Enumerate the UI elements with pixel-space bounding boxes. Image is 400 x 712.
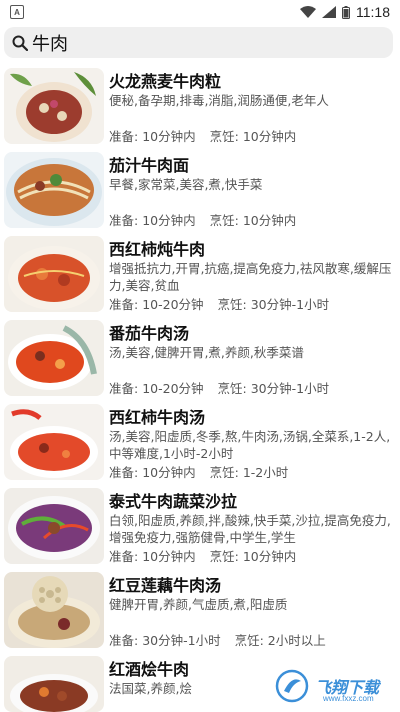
recipe-times: 准备: 10-20分钟 烹饪: 30分钟-1小时 (109, 294, 329, 313)
cook-time: 10分钟内 (242, 213, 297, 228)
recipe-title: 泰式牛肉蔬菜沙拉 (109, 492, 238, 511)
recipe-tags: 健脾开胃,养颜,气虚质,煮,阳虚质 (109, 597, 288, 612)
recipe-item[interactable]: 番茄牛肉汤 汤,美容,健脾开胃,煮,养颜,秋季菜谱 准备: 10-20分钟 烹饪:… (0, 320, 400, 398)
prep-label: 准备: (109, 297, 139, 312)
search-input[interactable]: 牛肉 (32, 30, 68, 56)
recipe-tags: 增强抵抗力,开胃,抗癌,提高免疫力,祛风散寒,缓解压力,美容,贫血 (109, 261, 392, 293)
recipe-thumbnail (4, 572, 104, 648)
recipe-item[interactable]: 茄汁牛肉面 早餐,家常菜,美容,煮,快手菜 准备: 10分钟内 烹饪: 10分钟内 (0, 152, 400, 230)
recipe-title: 红豆莲藕牛肉汤 (109, 576, 222, 595)
cook-label: 烹饪: (217, 381, 247, 396)
search-icon (12, 35, 28, 51)
prep-label: 准备: (109, 633, 139, 648)
prep-label: 准备: (109, 465, 139, 480)
watermark-logo-icon (275, 669, 309, 703)
prep-time: 30分钟-1小时 (142, 633, 221, 648)
recipe-thumbnail (4, 152, 104, 228)
cook-label: 烹饪: (209, 129, 239, 144)
recipe-item[interactable]: 西红柿炖牛肉 增强抵抗力,开胃,抗癌,提高免疫力,祛风散寒,缓解压力,美容,贫血… (0, 236, 400, 314)
prep-time: 10-20分钟 (142, 381, 204, 396)
cook-time: 30分钟-1小时 (250, 381, 330, 396)
recipe-tags: 便秘,备孕期,排毒,消脂,润肠通便,老年人 (109, 93, 329, 108)
cook-time: 10分钟内 (242, 549, 297, 564)
wifi-icon (300, 6, 316, 18)
recipe-item[interactable]: 泰式牛肉蔬菜沙拉 白领,阳虚质,养颜,拌,酸辣,快手菜,沙拉,提高免疫力,增强免… (0, 488, 400, 566)
cook-label: 烹饪: (209, 213, 239, 228)
recipe-times: 准备: 10-20分钟 烹饪: 30分钟-1小时 (109, 378, 329, 397)
cook-label: 烹饪: (234, 633, 264, 648)
cook-time: 2小时以上 (267, 633, 326, 648)
recipe-title: 红酒烩牛肉 (109, 660, 190, 679)
recipe-tags: 汤,美容,健脾开胃,煮,养颜,秋季菜谱 (109, 345, 304, 360)
clock: 11:18 (356, 4, 390, 20)
cook-time: 1-2小时 (242, 465, 289, 480)
recipe-tags: 早餐,家常菜,美容,煮,快手菜 (109, 177, 263, 192)
app-notification-icon: A (10, 5, 24, 19)
recipe-title: 西红柿炖牛肉 (109, 240, 206, 259)
search-bar[interactable]: 牛肉 (4, 27, 393, 58)
cook-label: 烹饪: (217, 297, 247, 312)
prep-time: 10分钟内 (142, 213, 196, 228)
prep-label: 准备: (109, 549, 139, 564)
battery-icon (342, 5, 350, 19)
cook-time: 10分钟内 (242, 129, 297, 144)
recipe-title: 番茄牛肉汤 (109, 324, 190, 343)
recipe-thumbnail (4, 404, 104, 480)
recipe-times: 准备: 10分钟内 烹饪: 10分钟内 (109, 546, 296, 565)
cook-label: 烹饪: (209, 549, 239, 564)
prep-label: 准备: (109, 381, 139, 396)
status-bar: A 11:18 (0, 0, 400, 24)
recipe-thumbnail (4, 320, 104, 396)
recipe-thumbnail (4, 656, 104, 712)
watermark-url: www.fxxz.com (323, 694, 374, 703)
recipe-title: 火龙燕麦牛肉粒 (109, 72, 222, 91)
recipe-tags: 汤,美容,阳虚质,冬季,熬,牛肉汤,汤锅,全菜系,1-2人,中等难度,1小时-2… (109, 429, 391, 461)
recipe-title: 茄汁牛肉面 (109, 156, 190, 175)
prep-time: 10分钟内 (142, 549, 196, 564)
cook-time: 30分钟-1小时 (250, 297, 330, 312)
watermark: 飞翔下载 www.fxxz.com (275, 666, 395, 706)
prep-label: 准备: (109, 213, 139, 228)
recipe-times: 准备: 10分钟内 烹饪: 1-2小时 (109, 462, 288, 481)
signal-icon (322, 6, 336, 18)
cook-label: 烹饪: (209, 465, 239, 480)
recipe-times: 准备: 10分钟内 烹饪: 10分钟内 (109, 126, 296, 145)
prep-time: 10分钟内 (142, 129, 196, 144)
prep-time: 10分钟内 (142, 465, 196, 480)
recipe-thumbnail (4, 488, 104, 564)
recipe-item[interactable]: 火龙燕麦牛肉粒 便秘,备孕期,排毒,消脂,润肠通便,老年人 准备: 10分钟内烹… (0, 68, 400, 146)
recipe-thumbnail (4, 68, 104, 144)
recipe-item[interactable]: 红豆莲藕牛肉汤 健脾开胃,养颜,气虚质,煮,阳虚质 准备: 30分钟-1小时 烹饪… (0, 572, 400, 650)
recipe-tags: 白领,阳虚质,养颜,拌,酸辣,快手菜,沙拉,提高免疫力,增强免疫力,强筋健骨,中… (109, 513, 391, 545)
recipe-thumbnail (4, 236, 104, 312)
recipe-item[interactable]: 西红柿牛肉汤 汤,美容,阳虚质,冬季,熬,牛肉汤,汤锅,全菜系,1-2人,中等难… (0, 404, 400, 482)
recipe-times: 准备: 10分钟内 烹饪: 10分钟内 (109, 210, 296, 229)
recipe-times: 准备: 30分钟-1小时 烹饪: 2小时以上 (109, 630, 326, 649)
recipe-title: 西红柿牛肉汤 (109, 408, 206, 427)
prep-label: 准备: (109, 129, 139, 144)
prep-time: 10-20分钟 (142, 297, 204, 312)
